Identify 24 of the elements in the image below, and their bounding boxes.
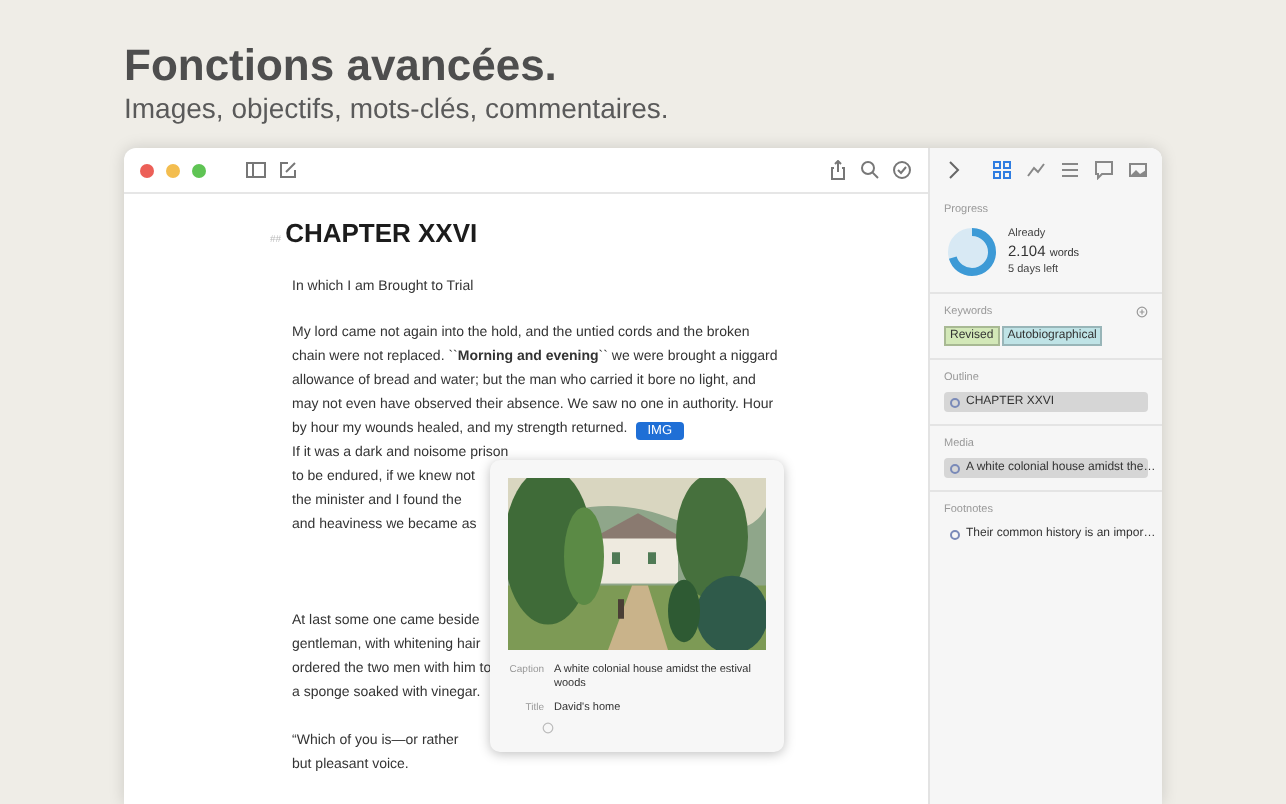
sidebar-tab[interactable] [992,160,1012,180]
search-icon[interactable] [860,160,880,180]
sidebar-tab[interactable] [1026,160,1046,180]
page-subtitle: Images, objectifs, mots-clés, commentaires. [124,92,669,124]
minimize-button[interactable] [166,163,180,177]
chart-icon [1026,160,1046,180]
sidebar-icon[interactable] [246,160,266,180]
comment-icon [1094,160,1114,180]
add-icon[interactable] [1136,306,1148,318]
sidebar-tab[interactable] [1060,160,1080,180]
list-icon [1060,160,1080,180]
compose-icon[interactable] [278,160,298,180]
chapter-title: CHAPTER XXVI [285,218,478,248]
progress-ring [944,224,1000,280]
close-button[interactable] [140,163,154,177]
share-icon[interactable] [828,160,848,180]
image-icon [1128,160,1148,180]
check-circle-icon[interactable] [892,160,912,180]
zoom-button[interactable] [192,163,206,177]
page-title: Fonctions avancées. [124,40,557,92]
chevron-right-icon[interactable] [944,160,964,180]
sidebar-tab[interactable] [1128,160,1148,180]
grid-icon [992,160,1012,180]
sidebar-tab[interactable] [1094,160,1114,180]
